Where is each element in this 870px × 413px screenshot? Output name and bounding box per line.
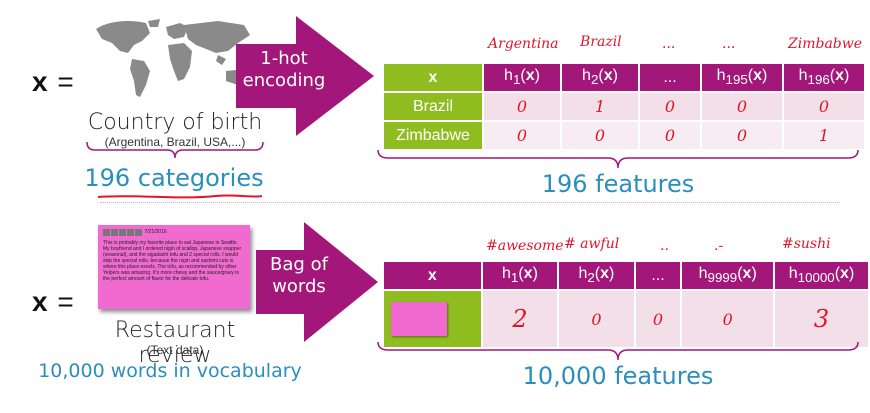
review-stars: 7/21/2016 xyxy=(103,229,245,238)
review-text: This is probably my favorite place to ea… xyxy=(103,240,242,282)
bottom-header-h1: h1(x) xyxy=(482,262,558,289)
row-label: Brazil xyxy=(384,93,482,120)
top-hand-header-2: ... xyxy=(662,36,676,52)
star-icon xyxy=(111,229,118,236)
review-thumbnail xyxy=(391,302,447,336)
top-hand-header-0: Argentina xyxy=(488,36,559,52)
top-caption-bracket xyxy=(86,141,264,159)
bottom-x-equals: x = xyxy=(32,286,75,318)
bottom-equals-sign: = xyxy=(57,286,75,317)
top-header-h2: h2(x) xyxy=(562,64,638,91)
top-hand-header-3: ... xyxy=(722,36,736,52)
bottom-header-h2: h2(x) xyxy=(559,262,634,289)
bottom-vocab-label: 10,000 words in vocabulary xyxy=(38,360,302,382)
top-header-h196: h196(x) xyxy=(784,64,864,91)
section-divider xyxy=(100,202,840,203)
bottom-subcaption: (Text data) xyxy=(146,343,204,357)
cell-value: 3 xyxy=(775,291,868,347)
cell-value: 0 xyxy=(484,93,560,120)
restaurant-review-card: 7/21/2016 This is probably my favorite p… xyxy=(98,225,250,309)
bottom-arrow-label: Bag of words xyxy=(256,254,342,298)
star-icon xyxy=(119,229,126,236)
cell-value: 1 xyxy=(562,93,638,120)
bottom-features-bracket xyxy=(377,341,859,361)
top-arrow-line2: encoding xyxy=(242,70,326,91)
bottom-hand-header-2: .. xyxy=(660,238,669,254)
top-x-equals: x = xyxy=(32,66,75,98)
top-arrow-line1: 1-hot xyxy=(260,48,308,69)
bottom-hand-header-4: #sushi xyxy=(782,236,831,252)
bottom-header-x: x xyxy=(384,262,481,289)
cell-value: 0 xyxy=(484,122,560,149)
star-icon xyxy=(135,229,142,236)
cell-value: 0 xyxy=(702,93,782,120)
top-arrow-label: 1-hot encoding xyxy=(236,48,332,92)
top-features-label: 196 features xyxy=(541,170,695,198)
bottom-header-h9999: h9999(x) xyxy=(682,262,774,289)
cell-value: 0 xyxy=(784,93,864,120)
bottom-encoding-table: x h1(x) h2(x) ... h9999(x) h10000(x) 2 0… xyxy=(382,260,870,349)
top-x-variable: x xyxy=(32,66,49,97)
top-header-ellipsis: ... xyxy=(640,64,700,91)
bottom-hand-header-1: # awful xyxy=(564,236,620,252)
cell-value: 0 xyxy=(640,122,700,149)
bottom-arrow-line2: words xyxy=(272,276,326,297)
bottom-header-ellipsis: ... xyxy=(635,262,681,289)
top-hand-header-1: Brazil xyxy=(580,34,622,50)
cell-value: 0 xyxy=(702,122,782,149)
top-table-row-brazil: Brazil 0 1 0 0 0 xyxy=(384,93,864,120)
cell-value: 1 xyxy=(784,122,864,149)
cell-value: 0 xyxy=(635,291,681,347)
top-header-x: x xyxy=(384,64,482,91)
row-label: Zimbabwe xyxy=(384,122,482,149)
bottom-arrow-line1: Bag of xyxy=(270,254,328,275)
bottom-hand-header-0: #awesome xyxy=(486,238,564,254)
top-categories-underline xyxy=(97,194,263,199)
cell-value: 0 xyxy=(562,122,638,149)
top-table-row-zimbabwe: Zimbabwe 0 0 0 0 1 xyxy=(384,122,864,149)
bottom-header-h10000: h10000(x) xyxy=(775,262,868,289)
top-encoding-table: x h1(x) h2(x) ... h195(x) h196(x) Brazil… xyxy=(382,62,866,151)
top-equals-sign: = xyxy=(57,66,75,97)
star-icon xyxy=(127,229,134,236)
cell-value: 0 xyxy=(682,291,774,347)
star-icon xyxy=(103,229,110,236)
top-hand-header-4: Zimbabwe xyxy=(788,36,863,52)
bottom-x-variable: x xyxy=(32,286,49,317)
bottom-features-label: 10,000 features xyxy=(522,362,714,390)
top-features-bracket xyxy=(377,149,859,169)
bottom-table-row-review: 2 0 0 0 3 xyxy=(384,291,868,347)
review-date: 7/21/2016 xyxy=(144,229,167,235)
cell-value: 2 xyxy=(482,291,558,347)
review-thumbnail-cell xyxy=(384,291,481,347)
cell-value: 0 xyxy=(559,291,634,347)
bottom-hand-header-3: .- xyxy=(714,238,724,254)
top-header-h195: h195(x) xyxy=(702,64,782,91)
top-header-h1: h1(x) xyxy=(484,64,560,91)
cell-value: 0 xyxy=(640,93,700,120)
bottom-table-header-row: x h1(x) h2(x) ... h9999(x) h10000(x) xyxy=(384,262,868,289)
world-map-image xyxy=(96,19,250,97)
top-categories-label: 196 categories xyxy=(84,164,264,192)
top-table-header-row: x h1(x) h2(x) ... h195(x) h196(x) xyxy=(384,64,864,91)
